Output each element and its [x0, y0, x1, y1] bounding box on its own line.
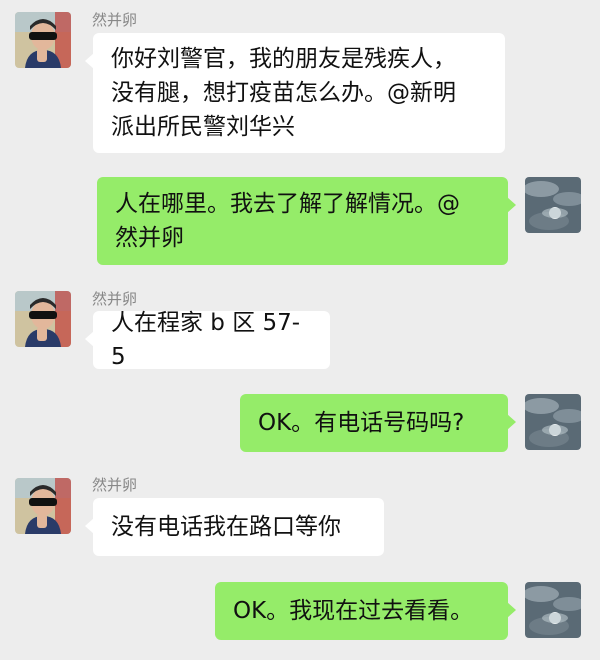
- sender-name: 然并卵: [92, 476, 138, 494]
- sender-avatar-icon[interactable]: [15, 12, 71, 68]
- sender-avatar-icon[interactable]: [15, 291, 71, 347]
- own-avatar-icon[interactable]: [525, 582, 581, 638]
- own-avatar-icon[interactable]: [525, 394, 581, 450]
- message-bubble-incoming[interactable]: 人在程家 b 区 57-5: [85, 310, 330, 370]
- message-bubble-outgoing[interactable]: OK。有电话号码吗?: [240, 394, 516, 452]
- message-bubble-outgoing[interactable]: OK。我现在过去看看。: [215, 582, 516, 640]
- own-avatar-icon[interactable]: [525, 177, 581, 233]
- message-bubble-incoming[interactable]: 你好刘警官，我的朋友是残疾人， 没有腿，想打疫苗怎么办。@新明 派出所民警刘华兴: [85, 33, 505, 153]
- sender-name: 然并卵: [92, 11, 138, 29]
- sender-avatar-icon[interactable]: [15, 478, 71, 534]
- message-bubble-incoming[interactable]: 没有电话我在路口等你: [85, 498, 384, 556]
- message-bubble-outgoing[interactable]: 人在哪里。我去了解了解情况。@ 然并卵: [97, 177, 516, 265]
